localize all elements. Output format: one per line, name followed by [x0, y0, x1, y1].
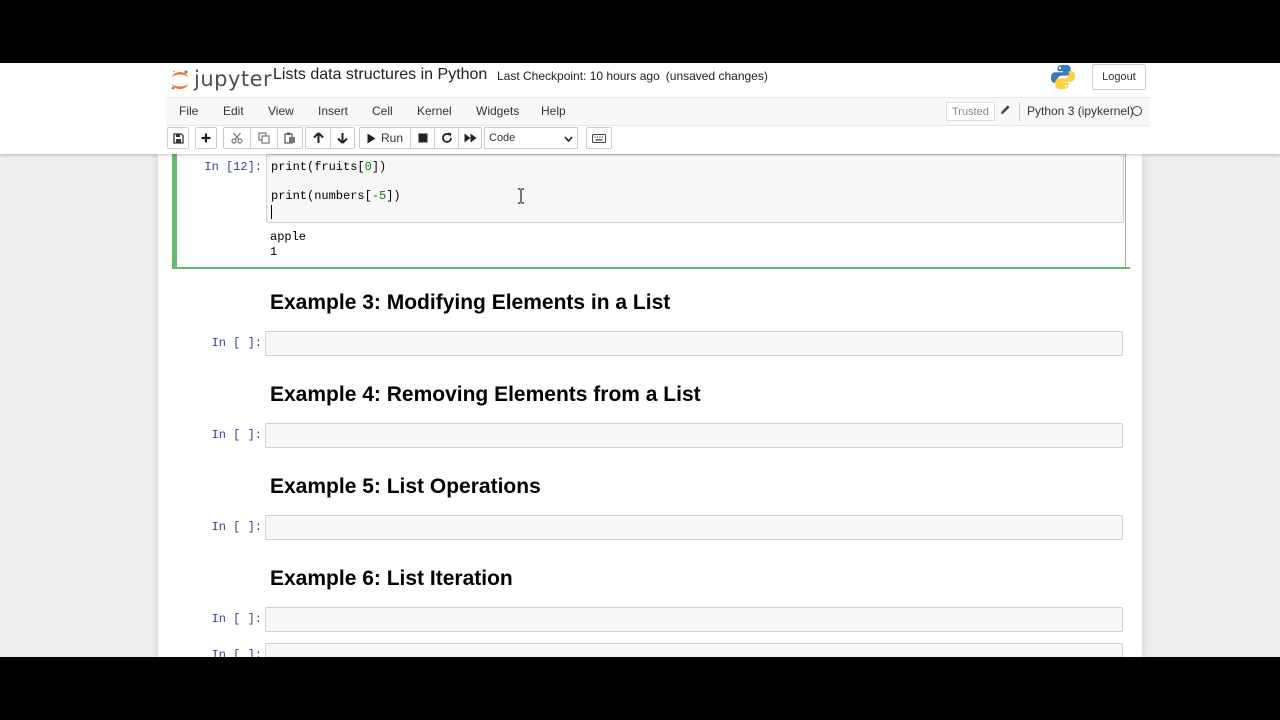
cut-icon — [231, 132, 243, 144]
active-cell-bottom-border — [172, 267, 1130, 269]
move-up-button[interactable] — [305, 127, 330, 149]
run-button[interactable]: Run — [359, 127, 410, 149]
copy-button[interactable] — [250, 127, 277, 149]
code-editor[interactable] — [265, 423, 1123, 448]
restart-icon — [441, 132, 453, 144]
logo-text: jupyter — [194, 67, 273, 91]
kernel-name[interactable]: Python 3 (ipykernel) — [1027, 104, 1134, 118]
unsaved-changes: (unsaved changes) — [665, 69, 768, 83]
code-editor[interactable] — [265, 643, 1123, 657]
paste-icon — [284, 132, 296, 144]
restart-button[interactable] — [434, 127, 458, 149]
input-prompt: In [12]: — [204, 160, 262, 174]
menu-help[interactable]: Help — [541, 104, 566, 118]
jupyter-logo[interactable]: jupyter — [170, 65, 272, 93]
python-logo-icon — [1050, 64, 1076, 90]
arrow-up-icon — [312, 132, 324, 144]
menu-kernel[interactable]: Kernel — [417, 104, 452, 118]
pencil-icon[interactable] — [1000, 104, 1011, 118]
menu-file[interactable]: File — [179, 104, 198, 118]
keyboard-icon — [592, 133, 606, 143]
cell-type-select[interactable]: Code — [484, 127, 578, 149]
stop-icon — [418, 133, 428, 143]
kernel-divider — [1019, 102, 1020, 121]
notebook-container: In [12]: print(fruits[0]) print(numbers[… — [158, 154, 1142, 657]
code-line: print(fruits[0]) — [271, 160, 387, 174]
code-editor[interactable] — [265, 515, 1123, 540]
notebook-title[interactable]: Lists data structures in Python — [273, 66, 487, 84]
plus-icon — [201, 133, 211, 143]
save-icon — [172, 132, 184, 144]
ibeam-cursor-icon — [517, 188, 525, 209]
move-down-button[interactable] — [330, 127, 355, 149]
input-prompt: In [ ]: — [211, 336, 262, 350]
menu-insert[interactable]: Insert — [318, 104, 348, 118]
play-icon — [367, 133, 376, 144]
kernel-idle-icon — [1132, 106, 1142, 116]
input-prompt: In [ ]: — [211, 520, 262, 534]
copy-icon — [258, 132, 270, 144]
markdown-heading[interactable]: Example 5: List Operations — [270, 475, 541, 499]
markdown-heading[interactable]: Example 6: List Iteration — [270, 567, 513, 591]
interrupt-button[interactable] — [410, 127, 434, 149]
code-editor[interactable]: print(fruits[0]) print(numbers[-5]) — [266, 154, 1124, 223]
fast-forward-icon — [464, 133, 477, 143]
output-line: apple — [270, 230, 307, 244]
cell-type-value: Code — [489, 132, 516, 144]
paste-button[interactable] — [277, 127, 303, 149]
code-editor[interactable] — [265, 607, 1123, 632]
menu-bar: File Edit View Insert Cell Kernel Widget… — [166, 97, 1150, 126]
jupyter-window: jupyter Lists data structures in Python … — [0, 63, 1280, 657]
checkpoint-status: Last Checkpoint: 10 hours ago (unsaved ch… — [497, 69, 768, 83]
insert-cell-button[interactable] — [195, 127, 217, 149]
menu-edit[interactable]: Edit — [223, 104, 244, 118]
menu-view[interactable]: View — [268, 104, 294, 118]
toolbar: Run Code — [166, 127, 1150, 151]
header: jupyter Lists data structures in Python … — [0, 63, 1280, 154]
code-editor[interactable] — [265, 331, 1123, 356]
trusted-badge[interactable]: Trusted — [946, 102, 995, 121]
markdown-heading[interactable]: Example 3: Modifying Elements in a List — [270, 291, 670, 315]
cut-button[interactable] — [223, 127, 250, 149]
restart-run-all-button[interactable] — [458, 127, 482, 149]
output-line: 1 — [270, 245, 278, 259]
markdown-heading[interactable]: Example 4: Removing Elements from a List — [270, 383, 701, 407]
input-prompt: In [ ]: — [211, 612, 262, 626]
arrow-down-icon — [337, 132, 348, 144]
input-prompt: In [ ]: — [211, 428, 262, 442]
top-bar: jupyter Lists data structures in Python … — [0, 63, 1280, 97]
active-code-cell[interactable]: In [12]: print(fruits[0]) print(numbers[… — [172, 154, 1126, 268]
code-line: print(numbers[-5]) — [271, 189, 401, 203]
jupyter-logo-icon — [170, 69, 190, 90]
checkpoint-text: Last Checkpoint: 10 hours ago — [497, 69, 660, 83]
menu-cell[interactable]: Cell — [372, 104, 393, 118]
input-prompt: In [ ]: — [211, 648, 262, 657]
logout-button[interactable]: Logout — [1092, 64, 1146, 90]
text-cursor — [271, 205, 272, 219]
run-label: Run — [380, 131, 403, 145]
command-palette-button[interactable] — [586, 127, 612, 149]
menu-widgets[interactable]: Widgets — [476, 104, 519, 118]
save-button[interactable] — [167, 127, 189, 149]
chevron-down-icon — [564, 134, 573, 146]
